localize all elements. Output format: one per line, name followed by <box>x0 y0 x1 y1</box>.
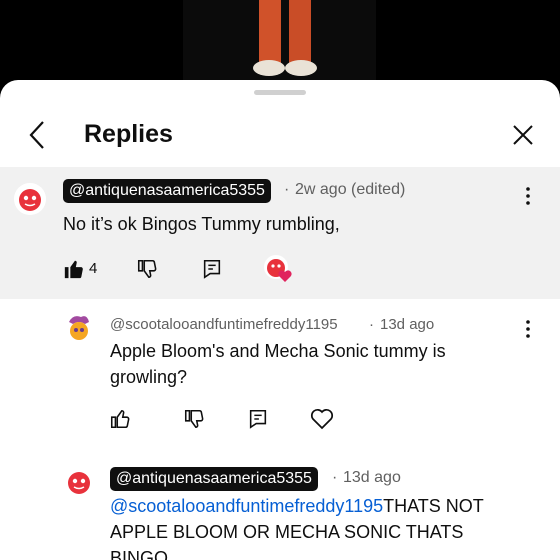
comment-author-handle[interactable]: @antiquenasaamerica5355 <box>110 467 318 491</box>
comment-menu-button[interactable] <box>523 318 533 340</box>
video-player[interactable] <box>0 0 560 86</box>
mention-link[interactable]: @scootalooandfuntimefreddy1195 <box>110 496 383 516</box>
thumbs-up-icon <box>64 260 83 279</box>
comment-text-line: growling? <box>110 367 188 387</box>
reply-button[interactable] <box>198 255 226 283</box>
close-button[interactable] <box>508 120 538 150</box>
avatar-image <box>63 312 95 344</box>
comment-timestamp: 13d ago <box>380 316 435 333</box>
dislike-button[interactable] <box>133 255 161 283</box>
comment-text-fragment: THATS NOT <box>383 496 484 516</box>
drag-handle[interactable] <box>254 90 306 95</box>
back-arrow-icon <box>29 121 44 149</box>
kebab-menu-icon <box>526 187 530 205</box>
reply-button[interactable] <box>244 405 272 433</box>
close-icon <box>513 125 533 145</box>
avatar-image <box>63 466 95 498</box>
reply-icon <box>203 259 221 279</box>
comment-menu-button[interactable] <box>523 185 533 207</box>
like-button[interactable] <box>60 255 88 283</box>
thumbs-up-icon <box>110 409 130 429</box>
meta-separator: · <box>332 469 338 486</box>
thumbs-down-icon <box>137 259 157 279</box>
reply-icon <box>249 409 267 429</box>
replies-sheet: Replies @antiquenasaamerica5355 · 2w ago… <box>0 80 560 560</box>
comment-text-line: BINGO <box>110 548 169 560</box>
comment-text: No it’s ok Bingos Tummy rumbling, <box>63 214 340 234</box>
meta-separator: · <box>284 181 290 198</box>
like-count: 4 <box>89 260 98 277</box>
comment-author-handle[interactable]: @antiquenasaamerica5355 <box>63 179 271 203</box>
comment-text-line: @scootalooandfuntimefreddy1195THATS NOT <box>110 493 484 519</box>
avatar[interactable] <box>63 466 95 498</box>
back-button[interactable] <box>22 118 52 152</box>
comment-timestamp: 13d ago <box>343 469 401 486</box>
comment-text: @scootalooandfuntimefreddy1195THATS NOT … <box>110 493 484 560</box>
heart-icon <box>310 408 334 430</box>
heart-button[interactable] <box>308 405 336 433</box>
avatar[interactable] <box>63 312 95 344</box>
dislike-button[interactable] <box>180 405 208 433</box>
thumbs-down-icon <box>184 409 204 429</box>
comment-text: Apple Bloom's and Mecha Sonic tummy is g… <box>110 338 446 390</box>
creator-heart-badge <box>262 253 294 285</box>
kebab-menu-icon <box>526 320 530 338</box>
avatar-image <box>14 183 46 215</box>
comment-author-handle[interactable]: @scootalooandfuntimefreddy1195 <box>110 316 338 333</box>
comment-text-line: APPLE BLOOM OR MECHA SONIC THATS <box>110 522 464 542</box>
character-feet-image <box>253 0 317 76</box>
like-button[interactable] <box>106 405 134 433</box>
comment-text-line: Apple Bloom's and Mecha Sonic tummy is <box>110 341 446 361</box>
replies-header: Replies <box>0 104 560 164</box>
comment-timestamp: 2w ago (edited) <box>295 181 406 198</box>
heart-icon <box>264 255 292 282</box>
avatar[interactable] <box>14 183 46 215</box>
page-title: Replies <box>84 120 173 148</box>
meta-separator: · <box>369 316 374 333</box>
parent-comment: @antiquenasaamerica5355 · 2w ago (edited… <box>0 167 560 299</box>
